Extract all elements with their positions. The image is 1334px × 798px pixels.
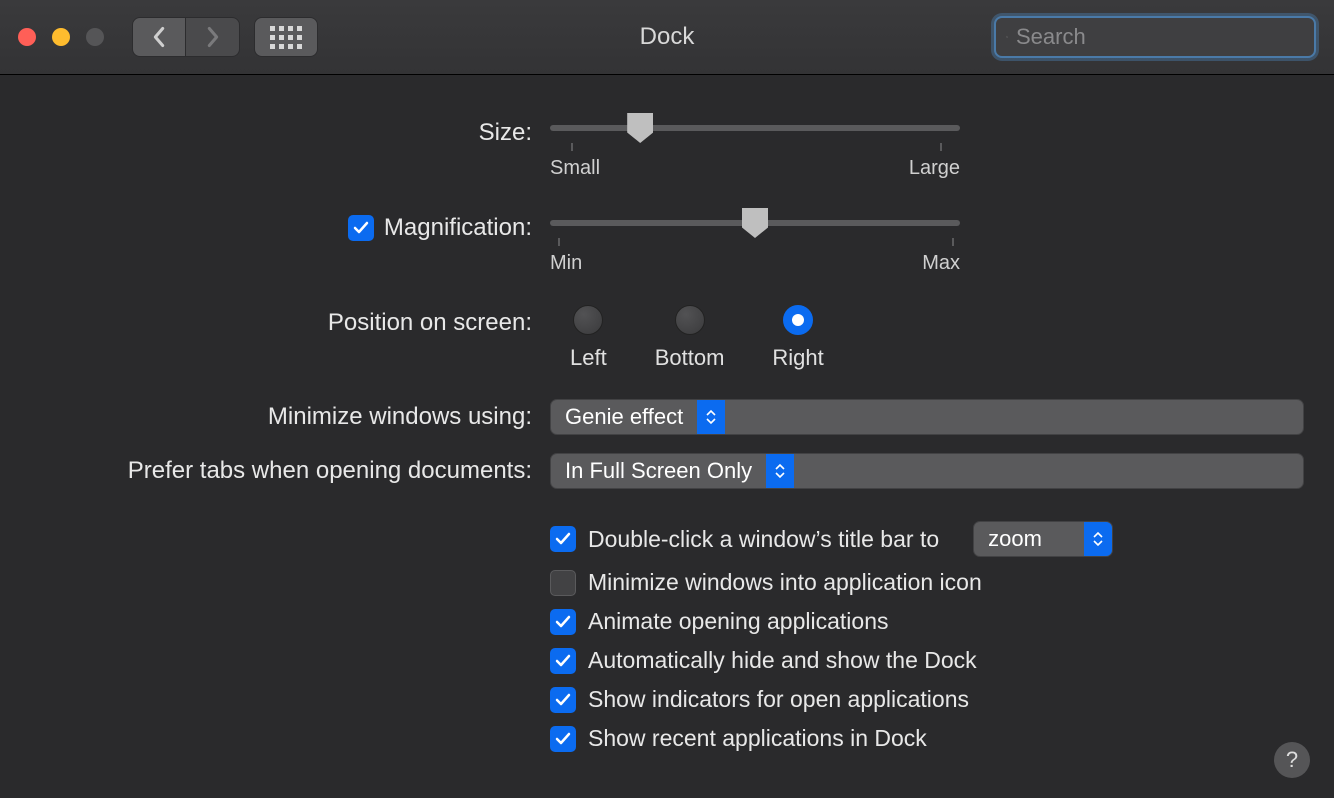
search-input[interactable] bbox=[1016, 24, 1304, 50]
magnification-label: Magnification: bbox=[384, 214, 532, 242]
show-all-button[interactable] bbox=[254, 17, 318, 57]
minimize-using-label: Minimize windows using: bbox=[268, 403, 532, 431]
minimize-using-value: Genie effect bbox=[551, 400, 697, 434]
size-label: Size: bbox=[479, 119, 532, 147]
magnification-slider-thumb[interactable] bbox=[742, 208, 768, 238]
prefer-tabs-select[interactable]: In Full Screen Only bbox=[550, 453, 1304, 489]
auto-hide-checkbox[interactable] bbox=[550, 648, 576, 674]
check-icon bbox=[554, 691, 572, 709]
position-label: Position on screen: bbox=[328, 309, 532, 337]
window-traffic-lights bbox=[18, 28, 104, 46]
minimize-into-app-label: Minimize windows into application icon bbox=[588, 569, 982, 596]
auto-hide-label: Automatically hide and show the Dock bbox=[588, 647, 977, 674]
position-radio-bottom[interactable] bbox=[675, 305, 705, 335]
titlebar: Dock bbox=[0, 0, 1334, 75]
help-button[interactable]: ? bbox=[1274, 742, 1310, 778]
size-slider[interactable] bbox=[550, 115, 960, 173]
position-bottom-label: Bottom bbox=[655, 345, 725, 371]
position-right-label: Right bbox=[772, 345, 823, 371]
show-indicators-label: Show indicators for open applications bbox=[588, 686, 969, 713]
chevron-left-icon bbox=[151, 26, 167, 48]
forward-button[interactable] bbox=[186, 17, 240, 57]
check-icon bbox=[554, 530, 572, 548]
position-radio-right[interactable] bbox=[783, 305, 813, 335]
show-recent-checkbox[interactable] bbox=[550, 726, 576, 752]
search-field[interactable] bbox=[994, 16, 1316, 58]
chevron-right-icon bbox=[205, 26, 221, 48]
check-icon bbox=[554, 652, 572, 670]
position-radio-left[interactable] bbox=[573, 305, 603, 335]
zoom-window-button[interactable] bbox=[86, 28, 104, 46]
select-arrows-icon bbox=[697, 400, 725, 434]
double-click-action-value: zoom bbox=[974, 522, 1084, 556]
grid-icon bbox=[270, 26, 302, 49]
double-click-checkbox[interactable] bbox=[550, 526, 576, 552]
size-slider-thumb[interactable] bbox=[627, 113, 653, 143]
double-click-action-select[interactable]: zoom bbox=[973, 521, 1113, 557]
magnification-slider[interactable] bbox=[550, 210, 960, 268]
back-button[interactable] bbox=[132, 17, 186, 57]
position-radio-group: Left Bottom Right bbox=[570, 305, 1304, 371]
search-icon bbox=[1006, 27, 1008, 47]
double-click-label: Double-click a window’s title bar to bbox=[588, 526, 939, 553]
preferences-content: Size: Small Large Magnification: bbox=[0, 75, 1334, 786]
minimize-into-app-checkbox[interactable] bbox=[550, 570, 576, 596]
select-arrows-icon bbox=[766, 454, 794, 488]
show-recent-label: Show recent applications in Dock bbox=[588, 725, 927, 752]
minimize-using-select[interactable]: Genie effect bbox=[550, 399, 1304, 435]
animate-opening-label: Animate opening applications bbox=[588, 608, 888, 635]
magnification-checkbox[interactable] bbox=[348, 215, 374, 241]
show-indicators-checkbox[interactable] bbox=[550, 687, 576, 713]
nav-group bbox=[132, 17, 240, 57]
animate-opening-checkbox[interactable] bbox=[550, 609, 576, 635]
select-arrows-icon bbox=[1084, 522, 1112, 556]
check-icon bbox=[554, 613, 572, 631]
minimize-window-button[interactable] bbox=[52, 28, 70, 46]
close-window-button[interactable] bbox=[18, 28, 36, 46]
prefer-tabs-label: Prefer tabs when opening documents: bbox=[128, 457, 532, 485]
check-icon bbox=[352, 219, 370, 237]
check-icon bbox=[554, 730, 572, 748]
position-left-label: Left bbox=[570, 345, 607, 371]
prefer-tabs-value: In Full Screen Only bbox=[551, 454, 766, 488]
